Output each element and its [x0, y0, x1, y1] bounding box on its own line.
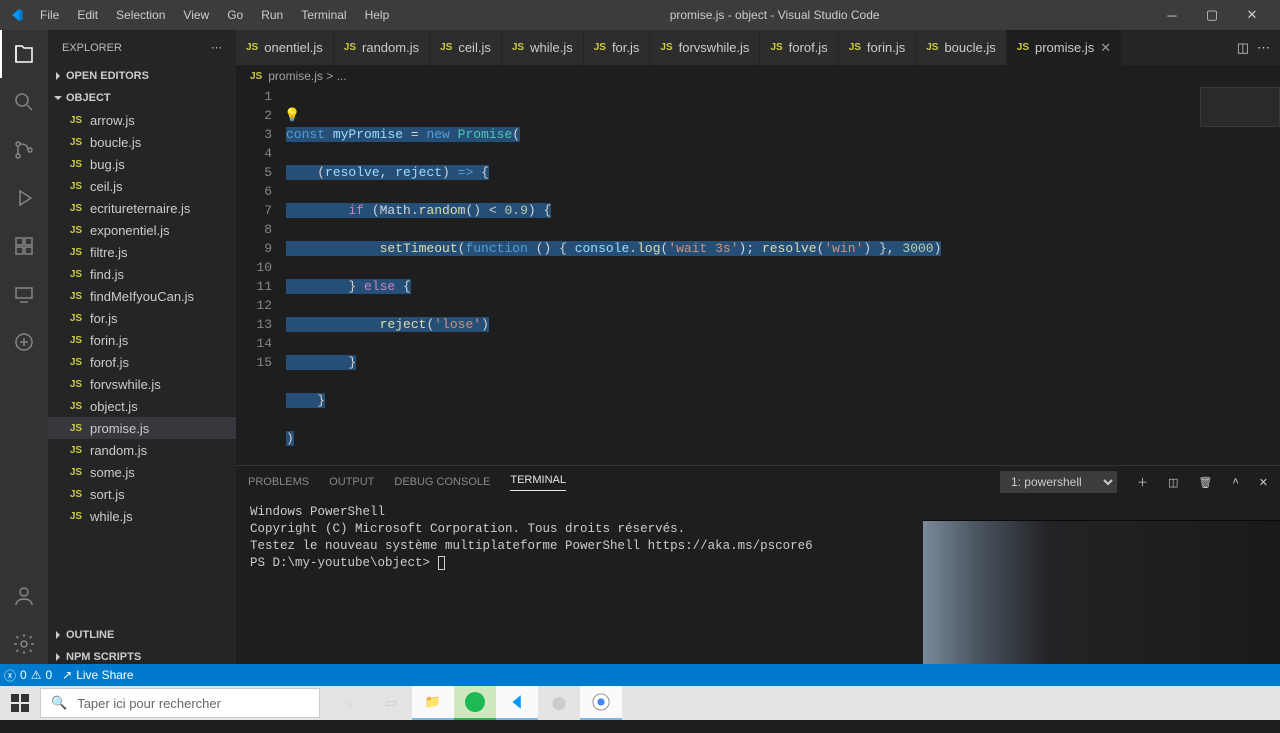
new-terminal-icon[interactable]: ＋	[1137, 474, 1148, 490]
file-item[interactable]: forin.js	[48, 329, 236, 351]
file-item[interactable]: forof.js	[48, 351, 236, 373]
start-button[interactable]	[0, 686, 40, 720]
terminal-select[interactable]: 1: powershell	[1000, 471, 1117, 493]
status-errors[interactable]: ⓧ 0 ⚠ 0	[4, 667, 52, 684]
file-item[interactable]: boucle.js	[48, 131, 236, 153]
tab[interactable]: for.js	[584, 30, 651, 65]
split-terminal-icon[interactable]: ◫	[1168, 476, 1178, 489]
tab-terminal[interactable]: TERMINAL	[510, 474, 566, 491]
obs-icon[interactable]: ⬤	[538, 686, 580, 720]
file-item[interactable]: ecritureternaire.js	[48, 197, 236, 219]
file-item[interactable]: bug.js	[48, 153, 236, 175]
settings-icon[interactable]	[0, 620, 48, 668]
tab[interactable]: promise.js✕	[1007, 30, 1122, 65]
file-item[interactable]: promise.js	[48, 417, 236, 439]
lightbulb-icon[interactable]: 💡	[284, 106, 300, 125]
activity-bar	[0, 30, 48, 668]
chrome-icon[interactable]	[580, 686, 622, 720]
section-outline[interactable]: OUTLINE	[48, 624, 236, 646]
liveshare-icon[interactable]	[0, 318, 48, 366]
tab[interactable]: while.js	[502, 30, 584, 65]
tab[interactable]: forvswhile.js	[650, 30, 760, 65]
minimize-icon[interactable]: ─	[1152, 0, 1192, 30]
account-icon[interactable]	[0, 572, 48, 620]
windows-taskbar: 🔍 Taper ici pour rechercher ○ ▭ 📁 ⬤	[0, 686, 1280, 720]
maximize-icon[interactable]: ▢	[1192, 0, 1232, 30]
more-actions-icon[interactable]: ⋯	[1257, 40, 1270, 56]
file-item[interactable]: random.js	[48, 439, 236, 461]
search-icon[interactable]	[0, 78, 48, 126]
source-control-icon[interactable]	[0, 126, 48, 174]
menu-edit[interactable]: Edit	[69, 4, 106, 26]
file-item[interactable]: exponentiel.js	[48, 219, 236, 241]
taskbar-search[interactable]: 🔍 Taper ici pour rechercher	[40, 688, 320, 718]
explorer-icon[interactable]	[0, 30, 48, 78]
menu-bar: File Edit Selection View Go Run Terminal…	[32, 4, 397, 26]
window-title: promise.js - object - Visual Studio Code	[397, 8, 1152, 22]
webcam-overlay	[923, 520, 1280, 668]
breadcrumb[interactable]: promise.js > ...	[236, 65, 1280, 87]
menu-help[interactable]: Help	[357, 4, 398, 26]
tab[interactable]: onentiel.js	[236, 30, 334, 65]
titlebar: File Edit Selection View Go Run Terminal…	[0, 0, 1280, 30]
tab[interactable]: forof.js	[760, 30, 838, 65]
tab[interactable]: boucle.js	[916, 30, 1007, 65]
file-item[interactable]: ceil.js	[48, 175, 236, 197]
file-item[interactable]: find.js	[48, 263, 236, 285]
file-item[interactable]: for.js	[48, 307, 236, 329]
close-panel-icon[interactable]: ✕	[1259, 476, 1268, 489]
tab[interactable]: ceil.js	[430, 30, 502, 65]
section-folder[interactable]: OBJECT	[48, 87, 236, 109]
tab-close-icon[interactable]: ✕	[1100, 40, 1111, 56]
file-item[interactable]: forvswhile.js	[48, 373, 236, 395]
status-bar: ⓧ 0 ⚠ 0 ↗ Live Share	[0, 664, 1280, 686]
file-item[interactable]: some.js	[48, 461, 236, 483]
file-explorer-icon[interactable]: 📁	[412, 686, 454, 720]
menu-file[interactable]: File	[32, 4, 67, 26]
search-icon: 🔍	[51, 695, 67, 711]
editor-tabs: onentiel.js random.js ceil.js while.js f…	[236, 30, 1280, 65]
file-item[interactable]: object.js	[48, 395, 236, 417]
section-open-editors[interactable]: OPEN EDITORS	[48, 65, 236, 87]
menu-view[interactable]: View	[175, 4, 217, 26]
tab-debug-console[interactable]: DEBUG CONSOLE	[394, 476, 490, 488]
cortana-icon[interactable]: ○	[328, 686, 370, 720]
tab-output[interactable]: OUTPUT	[329, 476, 374, 488]
file-list: arrow.js boucle.js bug.js ceil.js ecritu…	[48, 109, 236, 527]
task-view-icon[interactable]: ▭	[370, 686, 412, 720]
split-editor-icon[interactable]: ◫	[1237, 40, 1249, 56]
tab[interactable]: forin.js	[839, 30, 917, 65]
file-item[interactable]: findMeIfyouCan.js	[48, 285, 236, 307]
debug-icon[interactable]	[0, 174, 48, 222]
search-placeholder: Taper ici pour rechercher	[77, 696, 221, 711]
menu-selection[interactable]: Selection	[108, 4, 173, 26]
extensions-icon[interactable]	[0, 222, 48, 270]
more-icon[interactable]: ⋯	[211, 41, 222, 54]
sidebar: EXPLORER ⋯ OPEN EDITORS OBJECT arrow.js …	[48, 30, 236, 668]
status-live-share[interactable]: ↗ Live Share	[62, 668, 133, 682]
tab-problems[interactable]: PROBLEMS	[248, 476, 309, 488]
vscode-taskbar-icon[interactable]	[496, 686, 538, 720]
file-item[interactable]: filtre.js	[48, 241, 236, 263]
sidebar-header: EXPLORER ⋯	[48, 30, 236, 65]
menu-go[interactable]: Go	[219, 4, 251, 26]
code-editor[interactable]: 123456789101112131415 💡 const myPromise …	[236, 87, 1280, 465]
chevron-up-icon[interactable]: ˄	[1232, 476, 1238, 488]
code-content[interactable]: 💡 const myPromise = new Promise( (resolv…	[286, 87, 1280, 465]
spotify-icon[interactable]	[454, 686, 496, 720]
menu-run[interactable]: Run	[253, 4, 291, 26]
file-item[interactable]: sort.js	[48, 483, 236, 505]
file-item[interactable]: while.js	[48, 505, 236, 527]
file-item[interactable]: arrow.js	[48, 109, 236, 131]
minimap[interactable]	[1200, 87, 1280, 127]
menu-terminal[interactable]: Terminal	[293, 4, 354, 26]
vscode-icon	[8, 7, 24, 23]
panel-tabs: PROBLEMS OUTPUT DEBUG CONSOLE TERMINAL 1…	[236, 466, 1280, 498]
close-icon[interactable]: ✕	[1232, 0, 1272, 30]
remote-icon[interactable]	[0, 270, 48, 318]
trash-icon[interactable]: 🗑	[1198, 476, 1212, 489]
line-numbers: 123456789101112131415	[236, 87, 286, 465]
tab[interactable]: random.js	[334, 30, 430, 65]
